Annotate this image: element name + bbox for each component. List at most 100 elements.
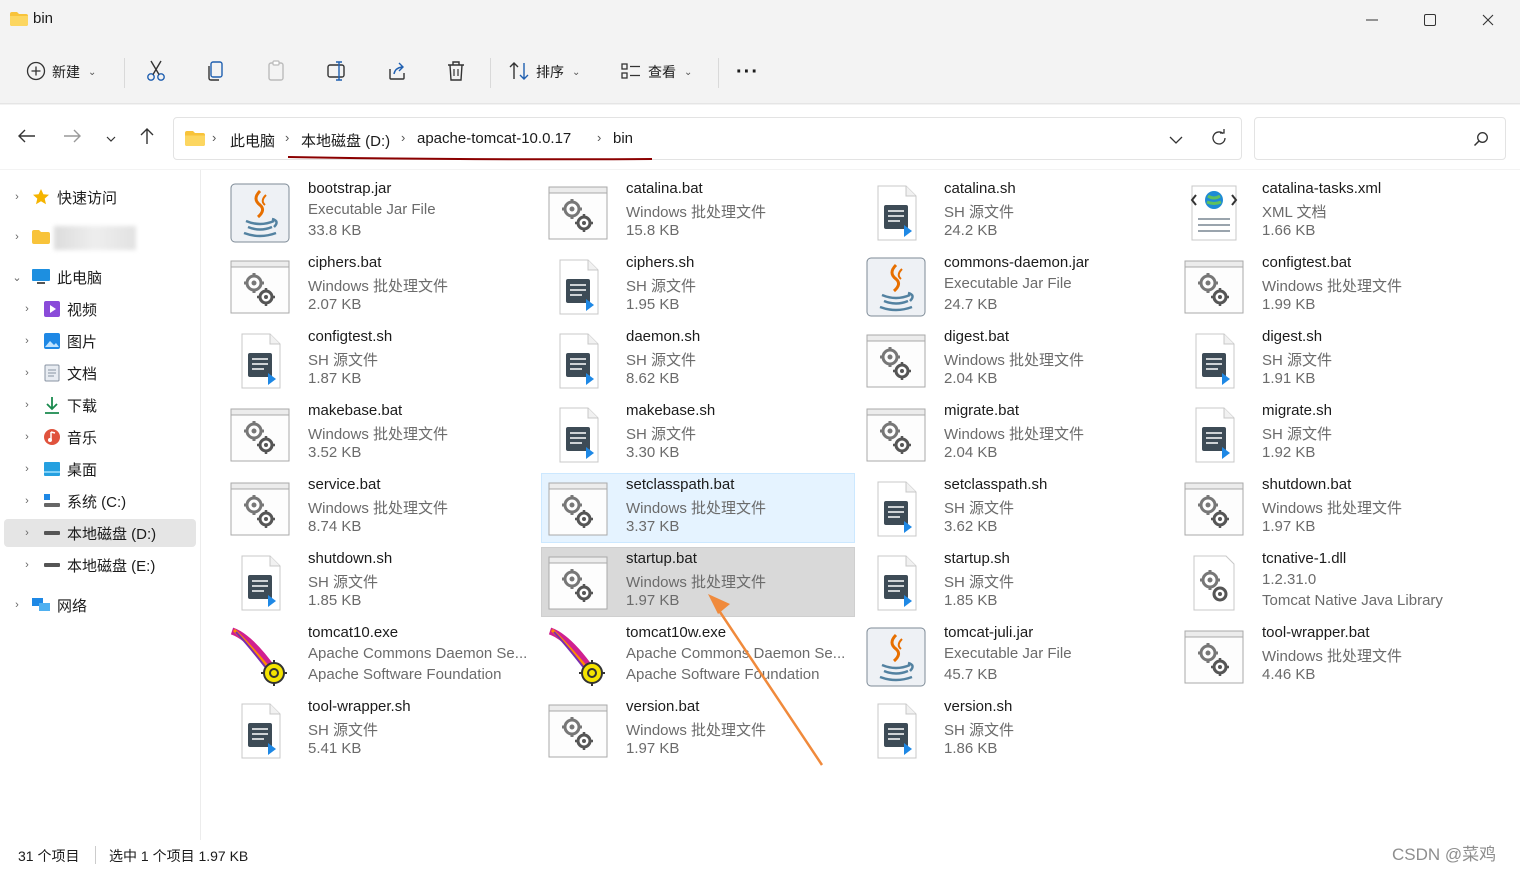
file-tile-bootstrap-jar[interactable]: bootstrap.jar Executable Jar File 33.8 K… — [223, 177, 537, 247]
delete-button[interactable] — [446, 52, 466, 92]
address-bar[interactable]: › 此电脑 › 本地磁盘 (D:) › apache-tomcat-10.0.1… — [173, 117, 1242, 160]
file-size: 5.41 KB — [308, 740, 362, 757]
address-history-button[interactable] — [1169, 132, 1183, 150]
trash-icon — [446, 60, 466, 85]
file-tile-catalina-sh[interactable]: catalina.sh SH 源文件 24.2 KB — [859, 177, 1173, 247]
minimize-button[interactable] — [1343, 0, 1401, 40]
file-type: SH 源文件 — [944, 204, 1015, 221]
file-size: 3.52 KB — [308, 444, 362, 461]
file-tile-digest-sh[interactable]: digest.sh SH 源文件 1.91 KB — [1177, 325, 1491, 395]
file-tile-makebase-bat[interactable]: makebase.bat Windows 批处理文件 3.52 KB — [223, 399, 537, 469]
file-tile-service-bat[interactable]: service.bat Windows 批处理文件 8.74 KB — [223, 473, 537, 543]
file-tile-setclasspath-bat[interactable]: setclasspath.bat Windows 批处理文件 3.37 KB — [541, 473, 855, 543]
expand-chevron-icon[interactable]: › — [22, 431, 32, 443]
file-tile-version-bat[interactable]: version.bat Windows 批处理文件 1.97 KB — [541, 695, 855, 765]
close-button[interactable] — [1459, 0, 1517, 40]
file-tile-migrate-bat[interactable]: migrate.bat Windows 批处理文件 2.04 KB — [859, 399, 1173, 469]
file-tile-ciphers-sh[interactable]: ciphers.sh SH 源文件 1.95 KB — [541, 251, 855, 321]
file-tile-tcnative-1-dll[interactable]: tcnative-1.dll 1.2.31.0 Tomcat Native Ja… — [1177, 547, 1491, 617]
search-icon[interactable] — [1473, 131, 1489, 152]
file-type: Windows 批处理文件 — [626, 500, 767, 517]
file-tile-tool-wrapper-sh[interactable]: tool-wrapper.sh SH 源文件 5.41 KB — [223, 695, 537, 765]
file-tile-daemon-sh[interactable]: daemon.sh SH 源文件 8.62 KB — [541, 325, 855, 395]
sort-button[interactable]: 排序 ⌄ — [508, 52, 580, 92]
more-options-button[interactable]: ··· — [736, 52, 759, 92]
file-tile-makebase-sh[interactable]: makebase.sh SH 源文件 3.30 KB — [541, 399, 855, 469]
sidebar-item-label: 快速访问 — [57, 189, 118, 207]
file-type: SH 源文件 — [626, 426, 697, 443]
maximize-button[interactable] — [1401, 0, 1459, 40]
breadcrumb-this-pc[interactable]: 此电脑 — [230, 130, 275, 151]
collapse-chevron-icon[interactable]: ⌄ — [12, 271, 22, 284]
file-tile-catalina-bat[interactable]: catalina.bat Windows 批处理文件 15.8 KB — [541, 177, 855, 247]
refresh-button[interactable] — [1210, 129, 1228, 152]
expand-chevron-icon[interactable]: › — [12, 599, 22, 611]
sidebar-item-downloads[interactable]: › 下载 — [4, 391, 196, 419]
java-icon — [866, 627, 926, 687]
back-button[interactable] — [12, 123, 42, 153]
batch-icon — [1184, 257, 1244, 317]
file-tile-tomcat-juli-jar[interactable]: tomcat-juli.jar Executable Jar File 45.7… — [859, 621, 1173, 691]
file-tile-digest-bat[interactable]: digest.bat Windows 批处理文件 2.04 KB — [859, 325, 1173, 395]
file-name: digest.bat — [944, 328, 1010, 345]
file-size: 3.30 KB — [626, 444, 680, 461]
expand-chevron-icon[interactable]: › — [22, 527, 32, 539]
file-tile-configtest-bat[interactable]: configtest.bat Windows 批处理文件 1.99 KB — [1177, 251, 1491, 321]
breadcrumb-bin[interactable]: bin — [613, 130, 633, 147]
file-tile-version-sh[interactable]: version.sh SH 源文件 1.86 KB — [859, 695, 1173, 765]
paste-button[interactable] — [266, 52, 286, 92]
file-tile-configtest-sh[interactable]: configtest.sh SH 源文件 1.87 KB — [223, 325, 537, 395]
share-button[interactable] — [386, 52, 408, 92]
sidebar-item-this-pc[interactable]: ⌄ 此电脑 — [4, 263, 196, 291]
expand-chevron-icon[interactable]: › — [22, 495, 32, 507]
file-list: bootstrap.jar Executable Jar File 33.8 K… — [200, 170, 1520, 840]
file-name: configtest.bat — [1262, 254, 1352, 271]
divider — [490, 58, 491, 88]
file-tile-shutdown-sh[interactable]: shutdown.sh SH 源文件 1.85 KB — [223, 547, 537, 617]
view-button[interactable]: 查看 ⌄ — [620, 52, 692, 92]
sidebar-item-pictures[interactable]: › 图片 — [4, 327, 196, 355]
file-size: Tomcat Native Java Library — [1262, 592, 1443, 609]
expand-chevron-icon[interactable]: › — [22, 463, 32, 475]
expand-chevron-icon[interactable]: › — [22, 335, 32, 347]
up-button[interactable] — [132, 123, 162, 153]
expand-chevron-icon[interactable]: › — [12, 231, 22, 243]
file-tile-startup-sh[interactable]: startup.sh SH 源文件 1.85 KB — [859, 547, 1173, 617]
sidebar-item-documents[interactable]: › 文档 — [4, 359, 196, 387]
sidebar-item-videos[interactable]: › 视频 — [4, 295, 196, 323]
sidebar-item-quick-access[interactable]: › 快速访问 — [4, 183, 196, 211]
file-tile-startup-bat[interactable]: startup.bat Windows 批处理文件 1.97 KB — [541, 547, 855, 617]
sidebar-item-network[interactable]: › 网络 — [4, 591, 196, 619]
sidebar-item-local-disk-e[interactable]: › 本地磁盘 (E:) — [4, 551, 196, 579]
file-tile-catalina-tasks-xml[interactable]: catalina-tasks.xml XML 文档 1.66 KB — [1177, 177, 1491, 247]
expand-chevron-icon[interactable]: › — [22, 399, 32, 411]
cut-button[interactable] — [146, 52, 166, 92]
expand-chevron-icon[interactable]: › — [12, 191, 22, 203]
file-type: 1.2.31.0 — [1262, 571, 1317, 588]
file-tile-shutdown-bat[interactable]: shutdown.bat Windows 批处理文件 1.97 KB — [1177, 473, 1491, 543]
annotation-underline — [287, 156, 653, 161]
copy-button[interactable] — [206, 52, 226, 92]
expand-chevron-icon[interactable]: › — [22, 367, 32, 379]
sidebar-item-local-disk-d[interactable]: › 本地磁盘 (D:) — [4, 519, 196, 547]
file-tile-ciphers-bat[interactable]: ciphers.bat Windows 批处理文件 2.07 KB — [223, 251, 537, 321]
recent-locations-button[interactable] — [96, 123, 126, 153]
file-tile-tomcat10w-exe[interactable]: tomcat10w.exe Apache Commons Daemon Se..… — [541, 621, 855, 691]
sidebar-item-music[interactable]: › 音乐 — [4, 423, 196, 451]
rename-button[interactable] — [326, 52, 348, 92]
new-button[interactable]: 新建 ⌄ — [26, 52, 96, 92]
breadcrumb-apache-tomcat[interactable]: apache-tomcat-10.0.17 — [417, 130, 571, 147]
file-tile-setclasspath-sh[interactable]: setclasspath.sh SH 源文件 3.62 KB — [859, 473, 1173, 543]
expand-chevron-icon[interactable]: › — [22, 559, 32, 571]
forward-button[interactable] — [57, 123, 87, 153]
sidebar-item-system-c[interactable]: › 系统 (C:) — [4, 487, 196, 515]
breadcrumb-local-disk-d[interactable]: 本地磁盘 (D:) — [301, 130, 390, 151]
sidebar-item-desktop[interactable]: › 桌面 — [4, 455, 196, 483]
file-tile-tool-wrapper-bat[interactable]: tool-wrapper.bat Windows 批处理文件 4.46 KB — [1177, 621, 1491, 691]
file-type: SH 源文件 — [1262, 426, 1333, 443]
search-input[interactable] — [1254, 117, 1506, 160]
file-tile-tomcat10-exe[interactable]: tomcat10.exe Apache Commons Daemon Se...… — [223, 621, 537, 691]
file-tile-commons-daemon-jar[interactable]: commons-daemon.jar Executable Jar File 2… — [859, 251, 1173, 321]
file-tile-migrate-sh[interactable]: migrate.sh SH 源文件 1.92 KB — [1177, 399, 1491, 469]
expand-chevron-icon[interactable]: › — [22, 303, 32, 315]
